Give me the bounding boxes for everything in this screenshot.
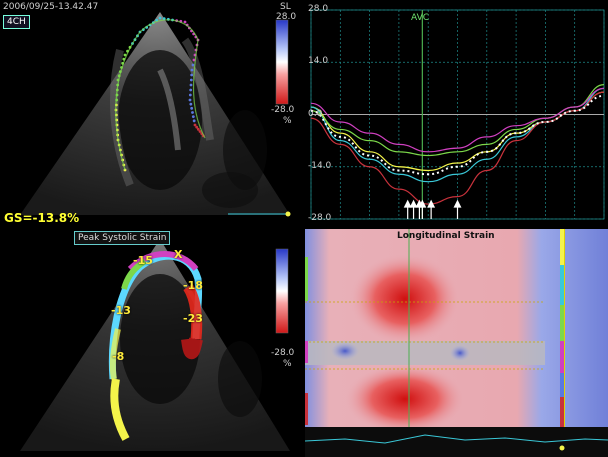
tracking-point (188, 93, 192, 97)
segment-basal-lateral (181, 337, 203, 360)
tracking-point (190, 68, 194, 72)
heatmap-image (305, 229, 608, 457)
global-strain-label: GS=-13.8% (4, 211, 80, 225)
tracking-point (191, 111, 194, 114)
segment-value-basal-lateral: -23 (183, 312, 203, 325)
longitudinal-strain-heatmap[interactable]: Longitudinal Strain (305, 229, 608, 457)
event-arrow (453, 199, 462, 219)
y-tick-label: 0.0 (308, 108, 323, 119)
color-bar-min: -28.0 (271, 105, 295, 115)
segment-value-mid-lateral: -18 (183, 279, 203, 292)
event-arrow (409, 199, 418, 219)
tracking-point (183, 20, 187, 24)
y-tick-label: -28.0 (308, 213, 332, 223)
peak-strain-view[interactable]: Peak Systolic Strain -15 X -18 -13 -23 -… (0, 229, 303, 457)
tracking-point (191, 115, 195, 119)
tracking-point (191, 63, 195, 67)
peak-systolic-strain-label: Peak Systolic Strain (74, 231, 171, 245)
tracking-point (189, 88, 193, 92)
bottom-color-bar-unit: % (283, 359, 292, 369)
segment-value-basal-septal: -8 (112, 350, 125, 363)
segment-color-strip (560, 229, 564, 427)
y-tick-label: -14.0 (308, 160, 332, 171)
segment-value-mid-septal: -13 (111, 304, 131, 317)
y-tick-label: 14.0 (308, 56, 329, 67)
segment-value-apical-septal: -15 (133, 254, 153, 267)
event-arrow (403, 199, 412, 219)
color-bar-unit: % (283, 116, 292, 126)
color-bar-max: 28.0 (276, 12, 297, 22)
tracking-point (189, 78, 193, 82)
strain-color-bar (275, 19, 289, 105)
segment-value-apex: X (174, 248, 183, 261)
echo-tracking-view[interactable]: 2006/09/25-13.42.47 4CH SL 28.0 -28.0 % … (0, 0, 303, 227)
strain-color-bar-bottom (275, 248, 289, 334)
heatmap-hot-region-lower (345, 364, 465, 434)
side-segment-markers (305, 257, 308, 425)
heatmap-hot-region-upper (350, 254, 460, 344)
tracking-point (190, 73, 194, 77)
bottom-color-bar-min: -28.0 (271, 348, 295, 358)
tracking-point (189, 83, 193, 87)
avc-label: AVC (411, 13, 430, 23)
color-bar-title: SL (280, 2, 291, 12)
heatmap-title: Longitudinal Strain (397, 231, 495, 241)
strain-curves-chart (310, 9, 605, 220)
strain-curves-panel[interactable]: AVC 28.0 14.0 0.0 -14.0 -28.0 (305, 0, 608, 227)
tracking-point (189, 102, 193, 106)
tracking-point (192, 119, 196, 123)
view-label-4ch: 4CH (3, 15, 30, 29)
y-tick-label: 28.0 (308, 4, 329, 14)
tracking-point (190, 106, 194, 110)
tracking-point (158, 16, 162, 20)
echo-image (20, 12, 291, 217)
timestamp-label: 2006/09/25-13.42.47 (3, 2, 99, 12)
tracking-point (188, 98, 192, 102)
